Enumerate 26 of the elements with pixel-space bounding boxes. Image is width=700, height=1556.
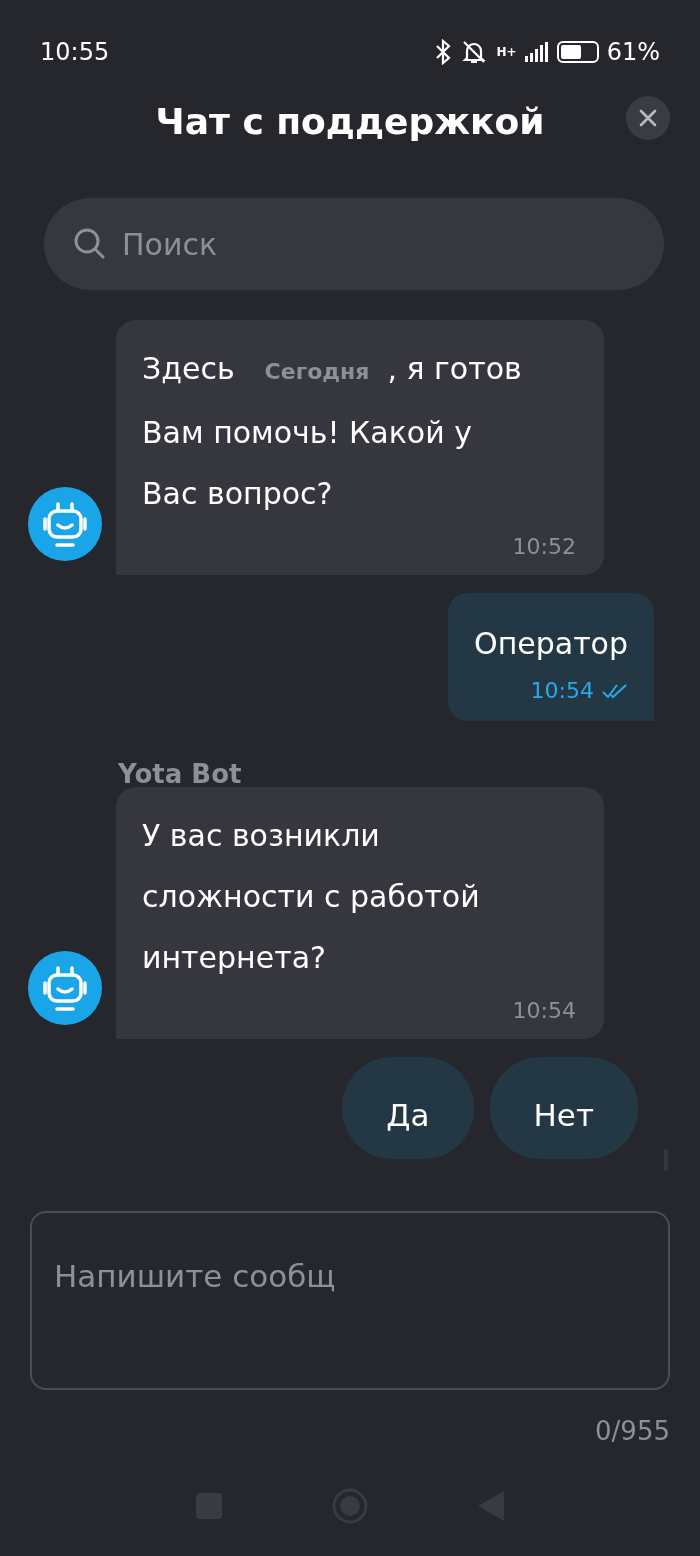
message-text: , я готов — [387, 350, 522, 388]
bot-avatar-icon — [28, 951, 102, 1025]
message-text: У вас возникли сложности с работой интернета? — [142, 817, 481, 977]
sender-name: Yota Bot — [117, 761, 243, 787]
battery-text: 61% — [606, 37, 660, 68]
bluetooth-icon — [434, 39, 451, 65]
close-icon — [639, 109, 657, 127]
message-time: 10:54 — [512, 998, 576, 1023]
quick-reply-button[interactable]: Нет — [489, 1057, 638, 1159]
message-text: Оператор — [474, 625, 628, 663]
quick-reply-button[interactable]: Да — [342, 1057, 474, 1159]
clock-text: 10:55 — [40, 37, 110, 68]
battery-icon — [556, 41, 599, 63]
close-button[interactable] — [626, 96, 670, 140]
date-label: Сегодня — [264, 358, 370, 386]
chat-title: Чат с поддержкой — [155, 100, 545, 144]
message-text: Вам помочь! Какой у Вас вопрос? — [142, 414, 473, 513]
network-type-text: H+ — [496, 44, 517, 61]
signal-icon — [524, 42, 549, 62]
character-counter: 0/955 — [594, 1415, 671, 1448]
message-time: 10:52 — [512, 534, 576, 559]
bot-avatar-icon — [28, 487, 102, 561]
message-time: 10:54 — [530, 677, 594, 705]
message-field[interactable]: Напишите сообщ — [30, 1211, 670, 1390]
search-field[interactable]: Поиск — [44, 198, 664, 290]
message-text: Здесь — [142, 350, 235, 388]
